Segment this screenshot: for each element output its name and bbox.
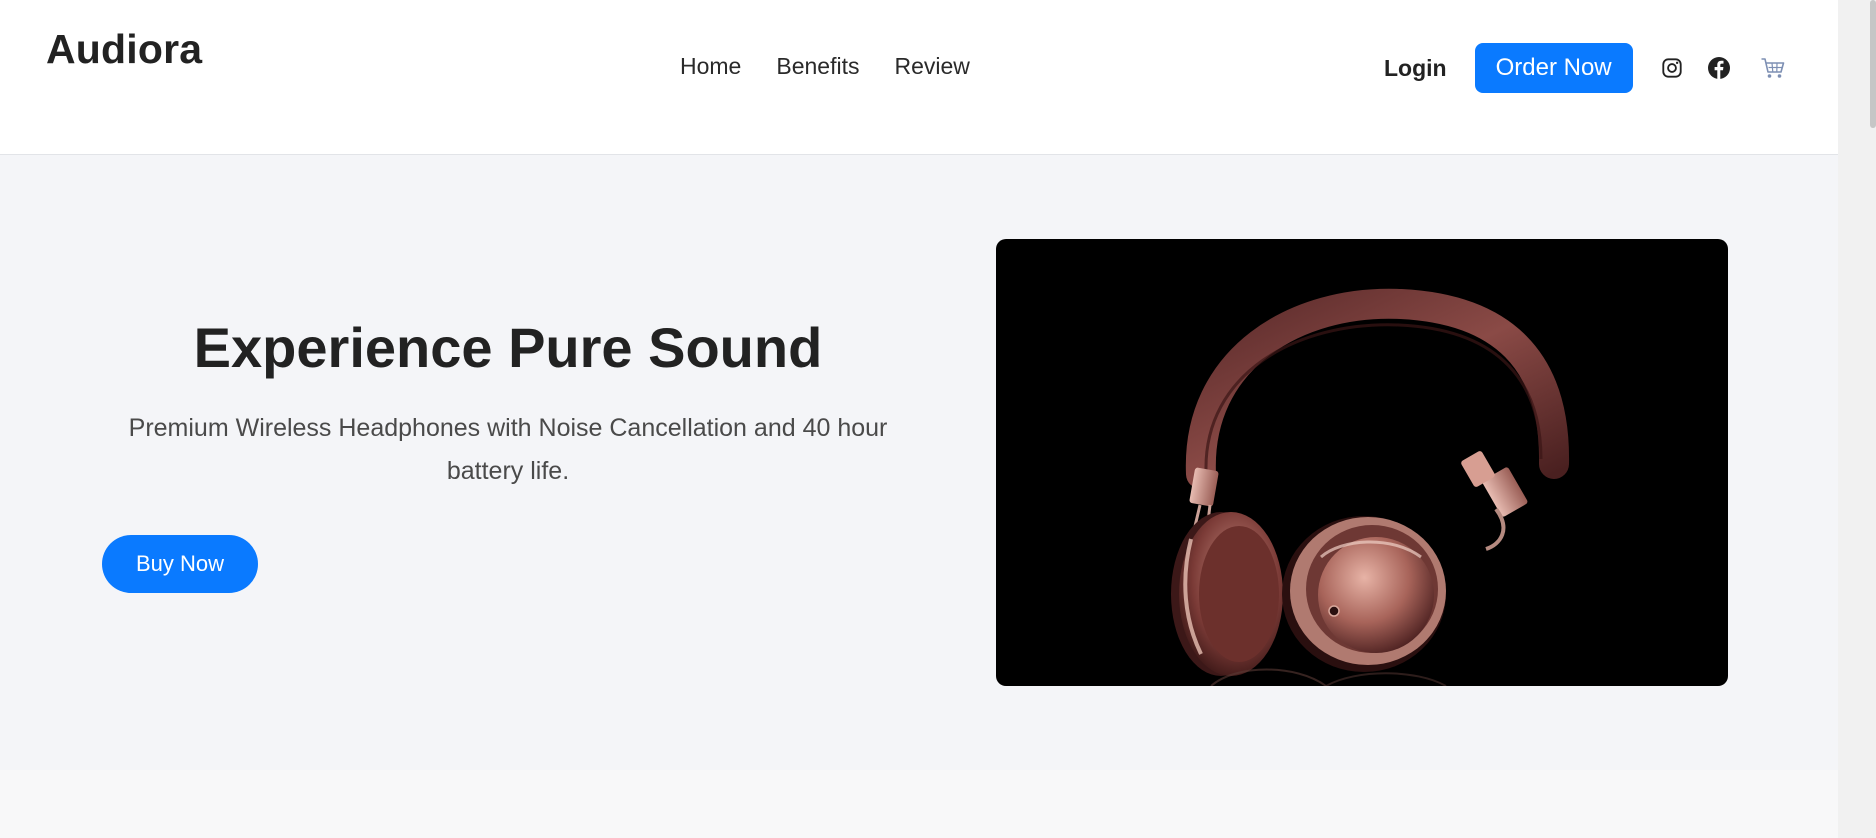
hero-section: Experience Pure Sound Premium Wireless H… <box>0 155 1838 770</box>
nav-link-review[interactable]: Review <box>894 53 969 80</box>
page-scrollbar[interactable] <box>1838 0 1876 838</box>
hero-subtitle: Premium Wireless Headphones with Noise C… <box>128 414 888 485</box>
buy-now-button[interactable]: Buy Now <box>102 535 258 593</box>
site-header: Audiora Home Benefits Review Login Order… <box>0 0 1838 155</box>
header-actions: Login Order Now <box>1384 43 1786 93</box>
page-content: Audiora Home Benefits Review Login Order… <box>0 0 1838 838</box>
hero-title: Experience Pure Sound <box>193 316 823 379</box>
hero-headphones-image <box>996 239 1728 686</box>
login-link[interactable]: Login <box>1384 55 1447 82</box>
nav-link-home[interactable]: Home <box>680 53 741 80</box>
cart-icon[interactable] <box>1760 55 1786 81</box>
scrollbar-thumb[interactable] <box>1870 0 1876 128</box>
nav-link-benefits[interactable]: Benefits <box>776 53 859 80</box>
instagram-icon[interactable] <box>1659 55 1685 81</box>
brand-logo[interactable]: Audiora <box>46 26 202 73</box>
main-nav: Home Benefits Review <box>680 53 970 80</box>
headphones-illustration <box>1171 288 1570 686</box>
page: Audiora Home Benefits Review Login Order… <box>0 0 1876 838</box>
facebook-icon[interactable] <box>1706 55 1732 81</box>
order-now-button[interactable]: Order Now <box>1474 43 1633 93</box>
